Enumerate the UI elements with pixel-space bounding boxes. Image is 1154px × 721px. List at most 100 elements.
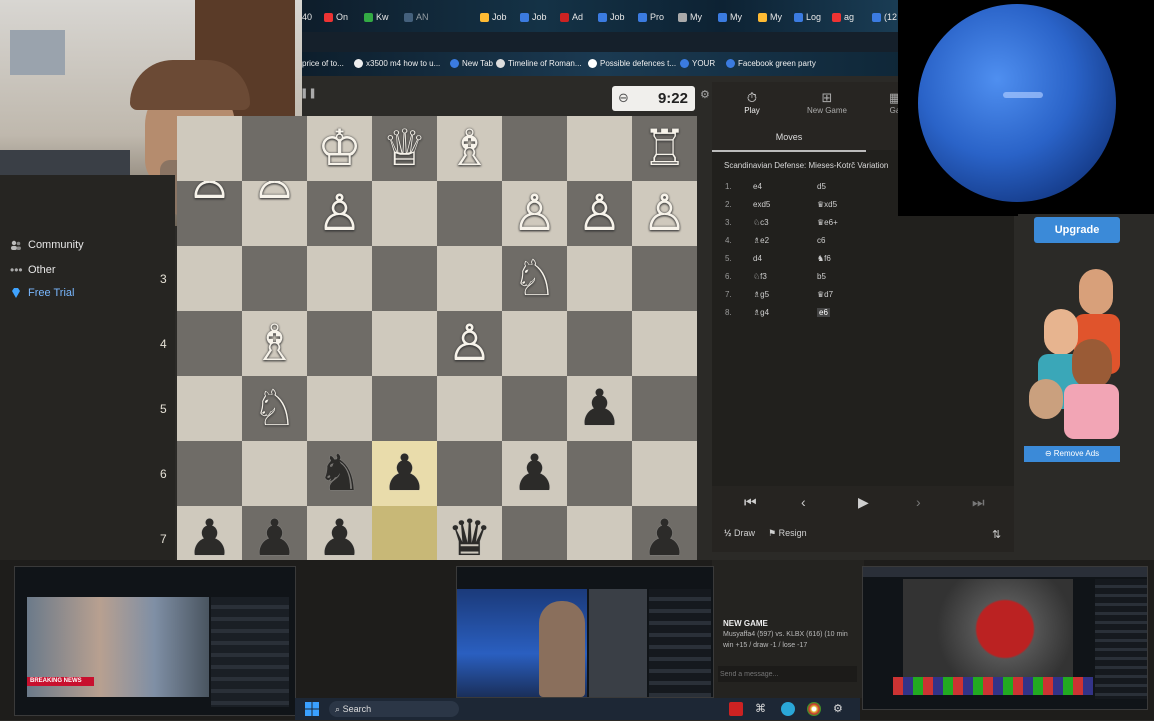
white-chess-piece[interactable]: ♙ <box>502 181 567 246</box>
board-square[interactable] <box>372 246 437 311</box>
black-move[interactable]: ♛xd5 <box>817 200 837 209</box>
taskbar-search[interactable]: ⌕ Search <box>329 701 459 717</box>
board-square[interactable] <box>437 246 502 311</box>
tv-video-thumbnail[interactable] <box>456 566 714 698</box>
board-square[interactable] <box>307 376 372 441</box>
black-move[interactable]: c6 <box>817 236 825 245</box>
white-move[interactable]: e4 <box>753 182 762 191</box>
opening-name[interactable]: Scandinavian Defense: Mieses-Kotrč Varia… <box>724 161 888 170</box>
browser-tab[interactable]: (12 <box>872 9 897 25</box>
white-move[interactable]: ♘c3 <box>753 218 769 227</box>
white-move[interactable]: ♗g4 <box>753 308 769 317</box>
white-chess-piece[interactable]: ♖ <box>632 116 697 181</box>
browser-tab[interactable]: ag <box>832 9 854 25</box>
board-square[interactable] <box>567 311 632 376</box>
chess-board[interactable]: ♔♕♗♖♙♙♙♙♘♗♙♘♟♞♟♟♟♟♟♛♟♝♚♙♙34567fe <box>160 116 697 652</box>
browser-tab[interactable]: AN <box>404 9 429 25</box>
browser-tab[interactable]: Kw <box>364 9 389 25</box>
browser-tab[interactable]: My <box>718 9 742 25</box>
board-square[interactable] <box>372 311 437 376</box>
chrome-browser-icon[interactable] <box>807 702 821 716</box>
upgrade-button[interactable]: Upgrade <box>1034 217 1120 243</box>
black-move[interactable]: ♛d7 <box>817 290 833 299</box>
board-square[interactable] <box>307 311 372 376</box>
board-square[interactable] <box>632 376 697 441</box>
board-square[interactable] <box>502 116 567 181</box>
browser-tab[interactable]: Job <box>520 9 547 25</box>
black-chess-piece[interactable]: ♟ <box>567 376 632 441</box>
white-move[interactable]: exd5 <box>753 200 770 209</box>
moves-tab[interactable]: Moves <box>712 126 866 152</box>
bookmark-item[interactable]: Timeline of Roman... <box>496 59 582 68</box>
black-chess-piece[interactable]: ♞ <box>307 441 372 506</box>
board-square[interactable] <box>502 376 567 441</box>
board-square[interactable] <box>437 441 502 506</box>
black-move[interactable]: ♞f6 <box>817 254 831 263</box>
browser-tab[interactable]: Job <box>480 9 507 25</box>
board-square[interactable] <box>177 116 242 181</box>
edge-browser-icon[interactable] <box>781 702 795 716</box>
board-square[interactable] <box>177 311 242 376</box>
sidebar-item-other[interactable]: ••• Other <box>10 263 56 277</box>
white-chess-piece[interactable]: ♙ <box>177 181 242 203</box>
black-chess-piece[interactable]: ♟ <box>502 441 567 506</box>
white-chess-piece[interactable]: ♙ <box>242 181 307 203</box>
white-chess-piece[interactable]: ♘ <box>502 246 567 311</box>
board-square[interactable] <box>437 181 502 246</box>
board-square[interactable] <box>177 246 242 311</box>
panel-tab-play[interactable]: ⏱ Play <box>738 90 766 115</box>
bookmark-item[interactable]: Possible defences t... <box>588 59 676 68</box>
board-square[interactable] <box>502 311 567 376</box>
bookmark-item[interactable]: price of to... <box>302 59 344 68</box>
address-bar[interactable] <box>302 32 902 52</box>
previous-move-icon[interactable]: ‹ <box>801 494 806 510</box>
board-square[interactable] <box>242 246 307 311</box>
white-move[interactable]: d4 <box>753 254 762 263</box>
white-chess-piece[interactable]: ♙ <box>632 181 697 246</box>
bookmark-item[interactable]: x3500 m4 how to u... <box>354 59 440 68</box>
white-move[interactable]: ♗g5 <box>753 290 769 299</box>
board-square[interactable] <box>567 246 632 311</box>
black-move[interactable]: e6 <box>817 308 830 317</box>
browser-tab[interactable]: My <box>758 9 782 25</box>
board-square[interactable] <box>307 246 372 311</box>
white-chess-piece[interactable]: ♔ <box>307 116 372 181</box>
board-settings-gear-icon[interactable]: ⚙ <box>700 88 710 101</box>
board-square[interactable] <box>177 441 242 506</box>
board-square[interactable] <box>177 376 242 441</box>
panel-tab-new-game[interactable]: ⊞ New Game <box>804 90 850 115</box>
first-move-icon[interactable]: ⏮ <box>744 494 757 511</box>
play-icon[interactable]: ▶ <box>858 494 869 511</box>
browser-tab[interactable]: On <box>324 9 348 25</box>
black-move[interactable]: ♛e6+ <box>817 218 838 227</box>
white-chess-piece[interactable]: ♙ <box>567 181 632 246</box>
news-video-thumbnail[interactable]: BREAKING NEWS <box>14 566 296 716</box>
settings-gear-icon[interactable]: ⚙ <box>833 702 847 716</box>
board-square[interactable] <box>632 311 697 376</box>
browser-tab[interactable]: Job <box>598 9 625 25</box>
black-move[interactable]: d5 <box>817 182 826 191</box>
resign-button[interactable]: ⚑ Resign <box>768 528 807 539</box>
next-move-icon[interactable]: › <box>916 494 921 510</box>
white-move[interactable]: ♘f3 <box>753 272 767 281</box>
bookmark-item[interactable]: Facebook green party <box>726 59 816 68</box>
browser-tab[interactable]: My <box>678 9 702 25</box>
board-square[interactable] <box>372 181 437 246</box>
board-square[interactable] <box>632 441 697 506</box>
sidebar-item-community[interactable]: Community <box>10 239 84 251</box>
bookmark-item[interactable]: YOUR <box>680 59 715 68</box>
black-chess-piece[interactable]: ♟ <box>372 441 437 506</box>
windows-start-icon[interactable] <box>305 702 319 716</box>
gamepad-icon[interactable]: ⌘ <box>755 702 769 716</box>
pdf-app-icon[interactable] <box>729 702 743 716</box>
white-chess-piece[interactable]: ♙ <box>307 181 372 246</box>
white-chess-piece[interactable]: ♗ <box>242 311 307 376</box>
bookmark-item[interactable]: New Tab <box>450 59 493 68</box>
black-move[interactable]: b5 <box>817 272 826 281</box>
browser-tab[interactable]: Pro <box>638 9 664 25</box>
browser-tab[interactable]: Ad <box>560 9 583 25</box>
game-stream-thumbnail[interactable] <box>862 566 1148 710</box>
browser-tab[interactable]: Log <box>794 9 821 25</box>
board-square[interactable] <box>567 441 632 506</box>
white-move[interactable]: ♗e2 <box>753 236 769 245</box>
